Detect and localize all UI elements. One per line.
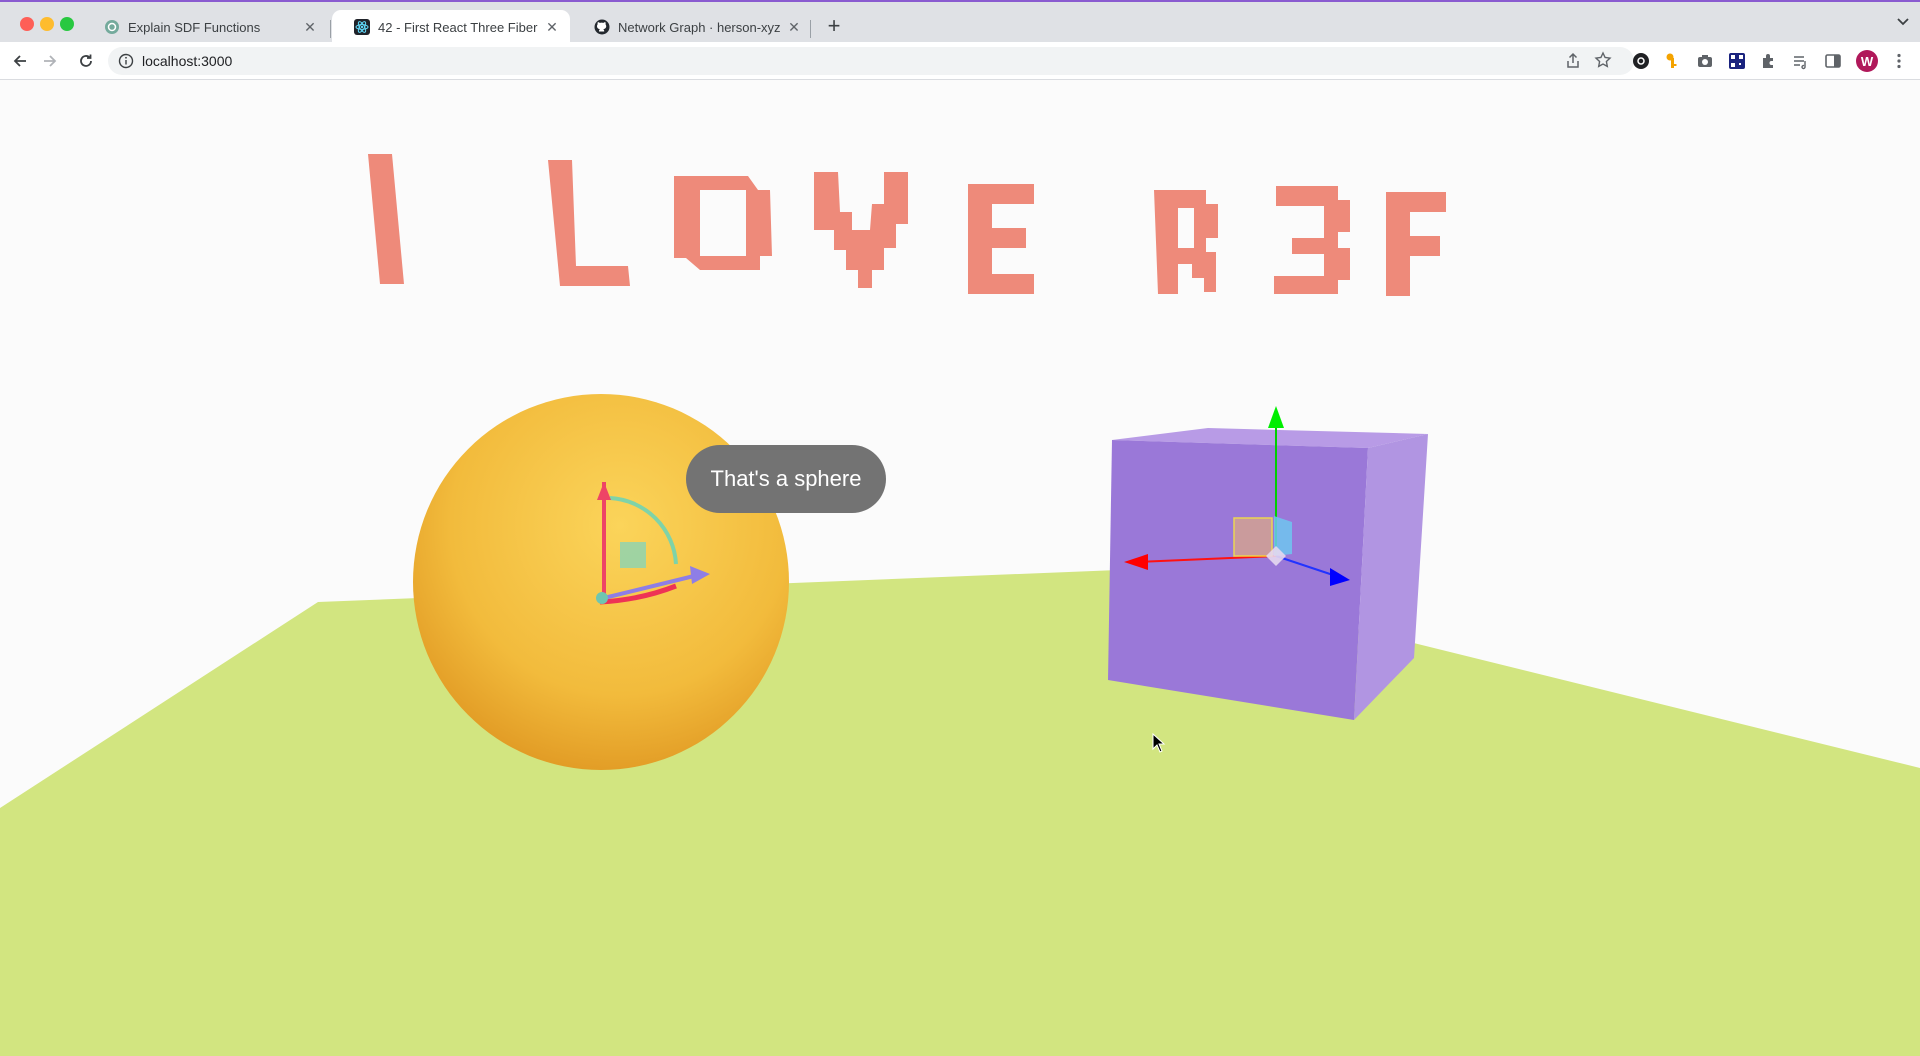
- cube-mesh[interactable]: [1108, 428, 1428, 720]
- minimize-window-button[interactable]: [40, 17, 54, 31]
- browser-toolbar: localhost:3000 W: [0, 42, 1920, 80]
- title-3d-text: [368, 154, 1446, 296]
- browser-tab-bar: Explain SDF Functions ✕ 42 - First React…: [0, 0, 1920, 44]
- forward-arrow-icon[interactable]: [38, 49, 62, 73]
- camera-icon[interactable]: [1696, 52, 1714, 70]
- extensions-puzzle-icon[interactable]: [1760, 52, 1778, 70]
- openai-icon: [105, 20, 119, 34]
- reload-icon[interactable]: [74, 49, 98, 73]
- url-text[interactable]: localhost:3000: [142, 53, 232, 69]
- info-icon[interactable]: [118, 53, 134, 69]
- tab-divider: [330, 20, 331, 38]
- new-tab-button[interactable]: +: [822, 13, 846, 38]
- sphere-tooltip: That's a sphere: [686, 445, 886, 513]
- tab-react-three-fiber[interactable]: 42 - First React Three Fiber Ap ✕: [332, 10, 570, 44]
- tab-network-graph[interactable]: Network Graph · herson-xyz/fi ✕: [572, 10, 812, 44]
- bookmark-star-icon[interactable]: [1594, 51, 1612, 69]
- tab-search-chevron-icon[interactable]: [1896, 14, 1910, 31]
- github-icon: [594, 19, 610, 35]
- tab-explain-sdf[interactable]: Explain SDF Functions ✕: [82, 10, 328, 44]
- share-icon[interactable]: [1564, 52, 1582, 70]
- side-panel-icon[interactable]: [1824, 52, 1842, 70]
- tab-divider: [810, 20, 811, 38]
- close-window-button[interactable]: [20, 17, 34, 31]
- close-tab-icon[interactable]: ✕: [544, 19, 560, 35]
- address-bar[interactable]: localhost:3000: [108, 47, 1634, 75]
- tab-title: 42 - First React Three Fiber Ap: [378, 19, 538, 35]
- tab-title: Explain SDF Functions: [128, 19, 261, 35]
- floor-plane: [0, 570, 1920, 1056]
- close-tab-icon[interactable]: ✕: [302, 19, 318, 35]
- mouse-cursor-icon: [1152, 733, 1166, 753]
- media-queue-icon[interactable]: [1792, 52, 1810, 70]
- profile-avatar[interactable]: W: [1856, 50, 1878, 72]
- kebab-menu-icon[interactable]: [1890, 52, 1908, 70]
- back-arrow-icon[interactable]: [8, 49, 32, 73]
- tab-title: Network Graph · herson-xyz/fi: [618, 19, 780, 35]
- qr-code-icon[interactable]: [1728, 52, 1746, 70]
- extension-dark-circle-icon[interactable]: [1632, 52, 1650, 70]
- zoom-window-button[interactable]: [60, 17, 74, 31]
- extension-key-icon[interactable]: [1664, 52, 1682, 70]
- close-tab-icon[interactable]: ✕: [786, 19, 802, 35]
- react-icon: [354, 19, 370, 35]
- r3f-canvas[interactable]: That's a sphere: [0, 80, 1920, 1056]
